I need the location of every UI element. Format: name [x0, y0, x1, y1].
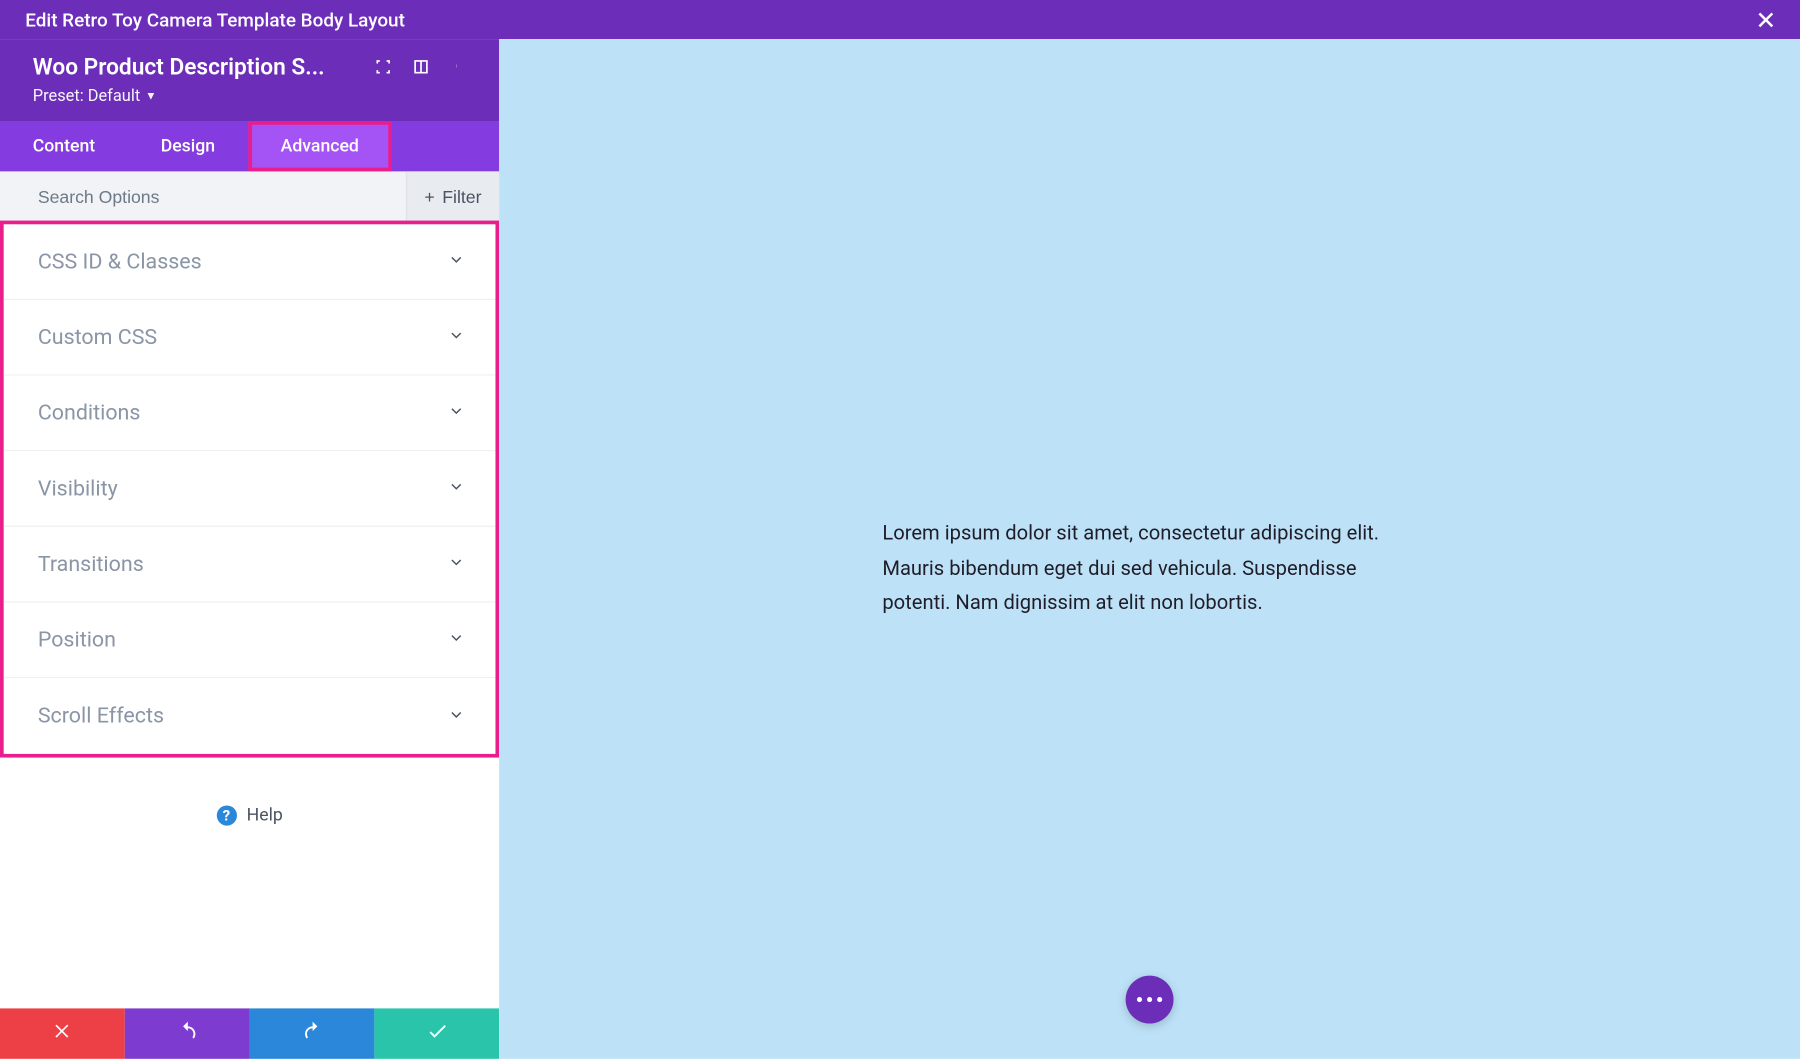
panel-label: Scroll Effects: [38, 703, 448, 728]
tab-advanced[interactable]: Advanced: [248, 121, 392, 171]
help-label: Help: [247, 805, 283, 825]
undo-button[interactable]: [125, 1008, 250, 1058]
sidebar-header: Woo Product Description S... Preset: Def…: [0, 39, 499, 121]
floating-menu-button[interactable]: [1126, 976, 1174, 1024]
dots-icon: [1137, 997, 1142, 1002]
tab-content[interactable]: Content: [0, 121, 128, 171]
advanced-panel-list: CSS ID & Classes Custom CSS Conditions V…: [0, 221, 499, 758]
chevron-down-icon: [447, 250, 465, 274]
panel-custom-css[interactable]: Custom CSS: [4, 300, 496, 376]
filter-button[interactable]: + Filter: [405, 171, 499, 220]
panel-css-id-classes[interactable]: CSS ID & Classes: [4, 224, 496, 300]
panel-position[interactable]: Position: [4, 603, 496, 679]
save-button[interactable]: [374, 1008, 499, 1058]
chevron-down-icon: [447, 476, 465, 500]
tab-design[interactable]: Design: [128, 121, 248, 171]
panel-label: Custom CSS: [38, 325, 448, 350]
more-icon[interactable]: [444, 52, 474, 82]
settings-sidebar: Woo Product Description S... Preset: Def…: [0, 39, 499, 1059]
window-title: Edit Retro Toy Camera Template Body Layo…: [25, 8, 1747, 31]
tab-design-label: Design: [161, 136, 215, 156]
plus-icon: +: [424, 186, 434, 206]
expand-icon[interactable]: [368, 52, 398, 82]
dots-icon: [1157, 997, 1162, 1002]
panel-label: Conditions: [38, 400, 448, 425]
chevron-down-icon: [447, 552, 465, 576]
preset-label: Preset: Default: [33, 87, 140, 106]
redo-button[interactable]: [250, 1008, 375, 1058]
panel-label: Visibility: [38, 476, 448, 501]
chevron-down-icon: [447, 628, 465, 652]
panel-scroll-effects[interactable]: Scroll Effects: [4, 678, 496, 754]
chevron-down-icon: [447, 704, 465, 728]
cancel-button[interactable]: [0, 1008, 125, 1058]
redo-icon: [301, 1020, 324, 1048]
dots-icon: [1147, 997, 1152, 1002]
panel-label: Transitions: [38, 551, 448, 576]
preset-dropdown[interactable]: Preset: Default ▼: [33, 87, 157, 106]
chevron-down-icon: ▼: [145, 89, 156, 103]
tab-content-label: Content: [33, 136, 95, 156]
panel-transitions[interactable]: Transitions: [4, 527, 496, 603]
filter-label: Filter: [442, 186, 481, 206]
panel-conditions[interactable]: Conditions: [4, 376, 496, 452]
panel-label: CSS ID & Classes: [38, 249, 448, 274]
search-row: + Filter: [0, 171, 499, 221]
chevron-down-icon: [447, 401, 465, 425]
close-icon: [52, 1021, 72, 1046]
help-icon: ?: [216, 805, 236, 825]
tab-advanced-label: Advanced: [281, 136, 359, 156]
help-link[interactable]: ? Help: [0, 758, 499, 841]
panel-label: Position: [38, 627, 448, 652]
sidebar-footer: [0, 1008, 499, 1058]
window-titlebar: Edit Retro Toy Camera Template Body Layo…: [0, 0, 1800, 39]
search-input[interactable]: [0, 171, 405, 220]
chevron-down-icon: [447, 325, 465, 349]
preview-canvas: Lorem ipsum dolor sit amet, consectetur …: [499, 39, 1800, 1059]
close-button[interactable]: ✕: [1747, 1, 1785, 39]
close-icon: ✕: [1755, 4, 1776, 34]
product-description-text: Lorem ipsum dolor sit amet, consectetur …: [882, 516, 1416, 620]
panel-visibility[interactable]: Visibility: [4, 451, 496, 527]
undo-icon: [176, 1020, 199, 1048]
panel-layout-icon[interactable]: [406, 52, 436, 82]
check-icon: [425, 1020, 448, 1048]
module-title: Woo Product Description S...: [33, 54, 361, 80]
settings-tabs: Content Design Advanced: [0, 121, 499, 171]
